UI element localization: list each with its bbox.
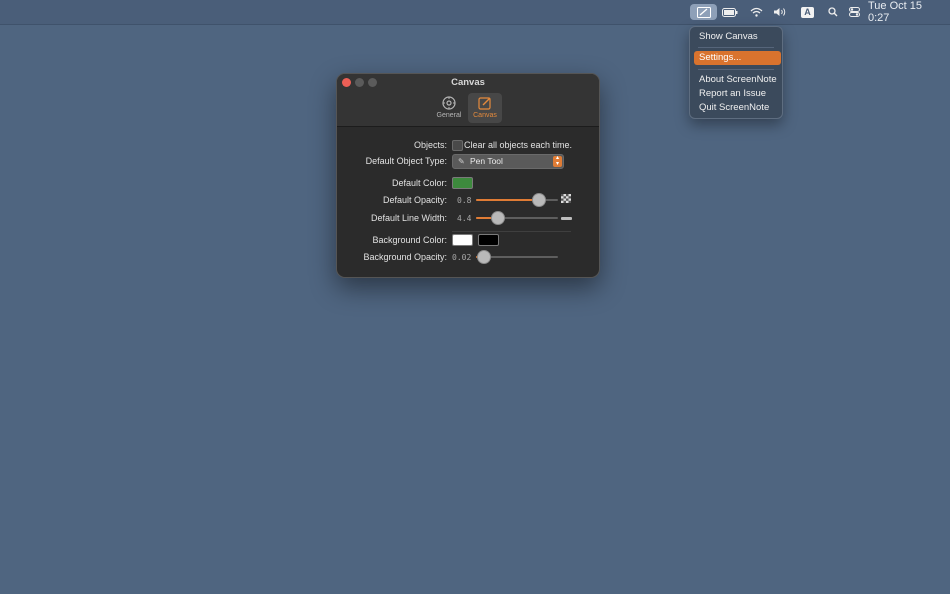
menu-item-about[interactable]: About ScreenNote — [694, 73, 781, 87]
slider-knob[interactable] — [532, 193, 546, 207]
menu-separator — [698, 47, 774, 48]
menu-bar: A Tue Oct 15 0:27 — [0, 0, 950, 25]
menu-item-report-issue[interactable]: Report an Issue — [694, 87, 781, 101]
menu-item-settings[interactable]: Settings... — [694, 51, 781, 65]
line-width-slider[interactable] — [476, 211, 558, 225]
window-titlebar: Canvas General Canvas — [337, 74, 599, 127]
gear-icon — [441, 95, 457, 111]
background-opacity-slider[interactable] — [476, 250, 558, 264]
slider-knob[interactable] — [477, 250, 492, 264]
tab-canvas-label: Canvas — [473, 112, 497, 119]
search-icon[interactable] — [826, 3, 839, 21]
object-type-popup[interactable]: ✎ Pen Tool ▴ ▾ — [452, 154, 564, 169]
menu-separator — [698, 69, 774, 70]
objects-label: Objects: — [413, 140, 447, 150]
battery-icon[interactable] — [721, 3, 739, 21]
clear-objects-label: Clear all objects each time. — [464, 140, 573, 150]
background-color-light-well[interactable] — [452, 234, 473, 246]
screennote-icon[interactable] — [690, 4, 717, 20]
pen-icon: ✎ — [458, 157, 465, 166]
object-type-value: Pen Tool — [470, 156, 503, 166]
default-color-label: Default Color: — [391, 178, 447, 188]
app-menu: Show Canvas Settings... About ScreenNote… — [689, 26, 783, 119]
menu-item-show-canvas[interactable]: Show Canvas — [694, 30, 781, 44]
chevron-updown-icon: ▴ ▾ — [553, 155, 562, 167]
line-width-label: Default Line Width: — [370, 213, 447, 223]
input-source-label: A — [801, 6, 814, 18]
object-type-label: Default Object Type: — [365, 156, 447, 166]
wifi-icon[interactable] — [748, 3, 764, 21]
pencil-square-icon — [477, 95, 493, 111]
slider-knob[interactable] — [491, 211, 506, 225]
checkerboard-icon — [561, 194, 571, 205]
settings-window: Canvas General Canvas Objects: Clear all… — [336, 73, 600, 278]
window-title: Canvas — [451, 77, 485, 88]
settings-panel: Objects: Clear all objects each time. De… — [337, 127, 599, 277]
line-width-preview-icon — [561, 217, 572, 220]
menu-item-quit[interactable]: Quit ScreenNote — [694, 101, 781, 115]
volume-icon[interactable] — [772, 3, 788, 21]
default-opacity-label: Default Opacity: — [382, 195, 447, 205]
section-divider — [452, 231, 571, 232]
default-opacity-value: 0.8 — [457, 196, 472, 205]
clock[interactable]: Tue Oct 15 0:27 — [868, 0, 946, 24]
control-center-icon[interactable] — [848, 3, 861, 21]
tab-general[interactable]: General — [432, 93, 466, 123]
keyboard-input-icon[interactable]: A — [800, 3, 815, 21]
clear-objects-checkbox[interactable] — [452, 140, 463, 151]
background-color-label: Background Color: — [372, 235, 447, 245]
line-width-value: 4.4 — [457, 214, 472, 223]
background-opacity-label: Background Opacity: — [363, 252, 447, 262]
tab-canvas[interactable]: Canvas — [468, 93, 502, 123]
default-color-well[interactable] — [452, 177, 473, 189]
tab-general-label: General — [436, 112, 462, 119]
default-opacity-slider[interactable] — [476, 193, 558, 207]
background-color-dark-well[interactable] — [478, 234, 499, 246]
background-opacity-value: 0.02 — [452, 253, 472, 262]
